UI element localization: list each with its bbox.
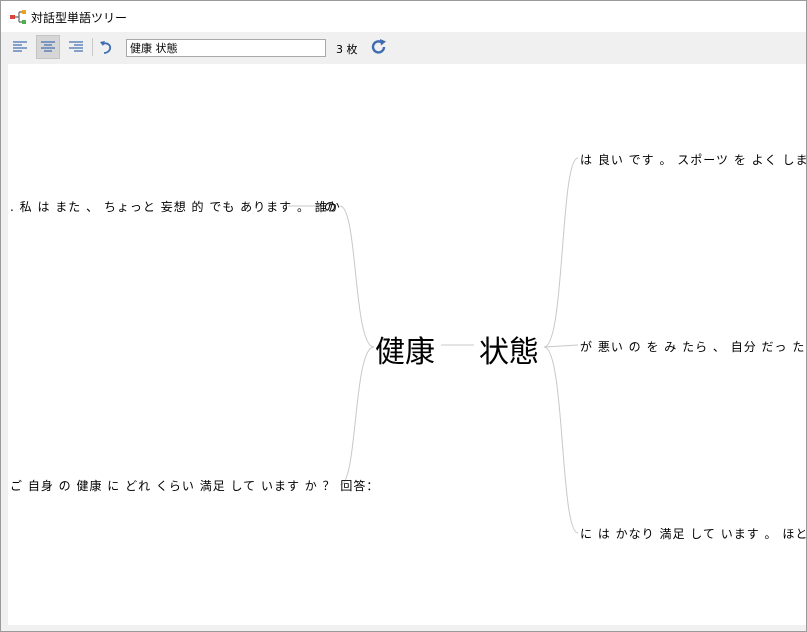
right-root-word[interactable]: 状態 bbox=[479, 327, 539, 371]
align-left-button[interactable] bbox=[8, 35, 32, 59]
align-left-icon bbox=[13, 41, 27, 52]
refresh-icon bbox=[371, 39, 386, 54]
undo-icon bbox=[100, 41, 112, 54]
right-branch-3-text[interactable]: に は かなり 満足 して います 。 ほとんど 病 bbox=[580, 525, 806, 542]
app-window: 対話型単語ツリー 健康 状態 3 枚 . 私 は また 、 ちょっと 妄想 的 … bbox=[0, 0, 807, 632]
left-root-word[interactable]: 健康 bbox=[375, 327, 435, 371]
align-center-button[interactable] bbox=[36, 35, 60, 59]
toolbar: 3 枚 bbox=[1, 32, 806, 63]
window-title: 対話型単語ツリー bbox=[31, 11, 128, 25]
align-center-icon bbox=[41, 41, 55, 52]
right-branch-2-text[interactable]: が 悪い の を み たら 、 自分 だっ たら どう か bbox=[580, 338, 806, 355]
refresh-button[interactable] bbox=[367, 35, 391, 59]
branch-line-left-2 bbox=[339, 346, 375, 486]
branch-line-right-1 bbox=[543, 157, 579, 348]
left-branch-2-text[interactable]: ご 自身 の 健康 に どれ くらい 満足 して います か ？ 回答： bbox=[10, 477, 379, 494]
align-right-icon bbox=[69, 41, 83, 52]
right-branch-1-text[interactable]: は 良い です 。 スポーツ を よく します し 、 bbox=[580, 151, 806, 168]
left-branch-1-text[interactable]: . 私 は また 、 ちょっと 妄想 的 でも あります 。 誰か bbox=[10, 198, 341, 215]
document-count: 3 枚 bbox=[336, 43, 358, 56]
title-bar: 対話型単語ツリー bbox=[1, 1, 806, 32]
branch-line-right-2 bbox=[543, 344, 579, 348]
branch-line-left-1 bbox=[339, 205, 375, 348]
align-right-button[interactable] bbox=[64, 35, 88, 59]
undo-button[interactable] bbox=[94, 35, 118, 59]
word-tree-app-icon bbox=[10, 10, 26, 24]
toolbar-separator bbox=[92, 38, 93, 56]
left-branch-1-connector[interactable]: の bbox=[324, 198, 337, 215]
word-tree-canvas[interactable]: . 私 は また 、 ちょっと 妄想 的 でも あります 。 誰か の ご 自身… bbox=[8, 64, 806, 625]
branch-line-right-3 bbox=[543, 346, 579, 534]
search-input[interactable] bbox=[126, 39, 326, 57]
